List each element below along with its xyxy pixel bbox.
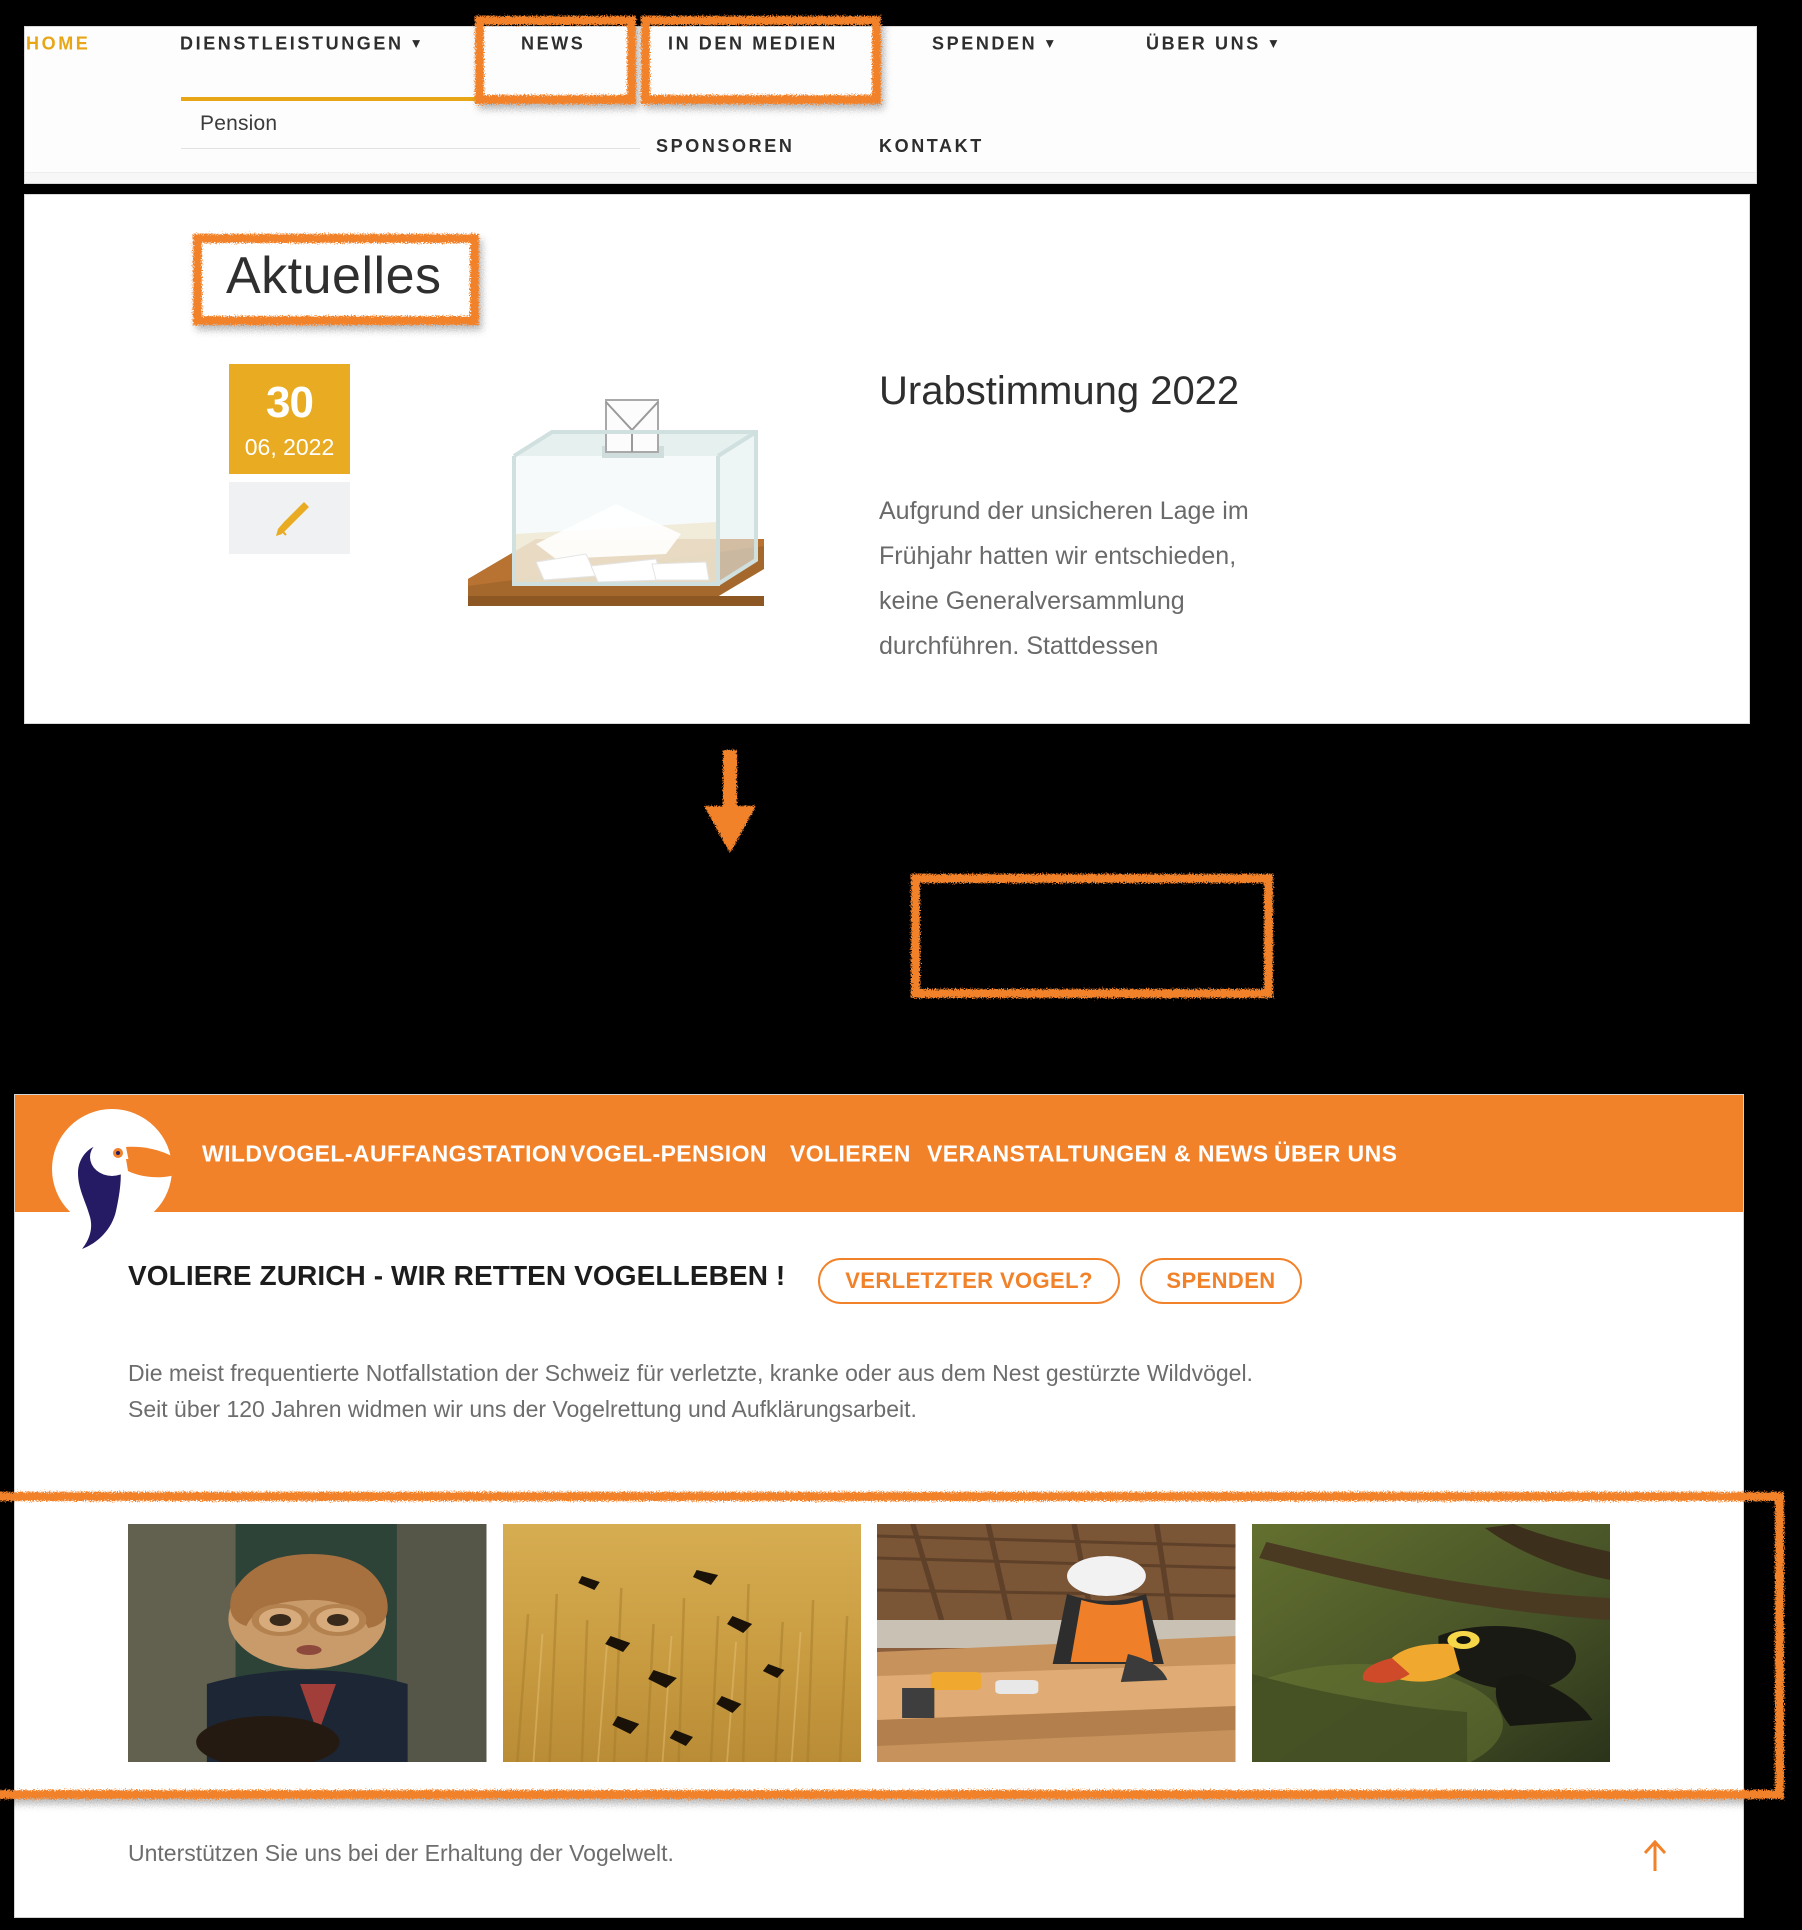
site-nav-item-volieren[interactable]: VOLIEREN <box>790 1141 911 1168</box>
nav-item-spenden-label: SPENDEN <box>932 33 1038 54</box>
donate-button[interactable]: SPENDEN <box>1140 1258 1302 1304</box>
toucan-logo[interactable] <box>38 1107 186 1255</box>
injured-bird-button[interactable]: VERLETZTER VOGEL? <box>818 1258 1120 1304</box>
site-nav-item-ueber-uns[interactable]: ÜBER UNS <box>1274 1141 1397 1168</box>
chevron-down-icon: ▾ <box>1046 34 1056 51</box>
site-nav-item-vogel-pension[interactable]: VOGEL-PENSION <box>570 1141 767 1168</box>
site-lede-line-1: Die meist frequentierte Notfallstation d… <box>128 1360 1253 1386</box>
site-nav-item-wildvogel-auffangstation[interactable]: WILDVOGEL-AUFFANGSTATION <box>202 1141 567 1168</box>
nav-item-in-den-medien-label: IN DEN MEDIEN <box>668 33 838 54</box>
nav-item-ueber-uns-label: ÜBER UNS <box>1146 33 1261 54</box>
post-date-day: 30 <box>266 378 314 427</box>
nav-bottom-band <box>25 172 1756 183</box>
nav-item-ueber-uns[interactable]: ÜBER UNS ▾ <box>1146 34 1279 55</box>
post-excerpt: Aufgrund der unsicheren Lage im Frühjahr… <box>879 497 1249 660</box>
pen-nib-icon <box>275 502 309 536</box>
footer-support-text: Unterstützen Sie uns bei der Erhaltung d… <box>128 1840 674 1866</box>
scroll-to-top-arrow-icon[interactable] <box>1640 1838 1670 1872</box>
bottom-page-panel <box>14 1094 1744 1918</box>
post-thumbnail-ballot-box <box>466 384 766 636</box>
page-title: Aktuelles <box>226 247 442 305</box>
site-claim-heading: VOLIERE ZURICH - WIR RETTEN VOGELLEBEN ! <box>128 1260 786 1291</box>
gallery-image-child-binoculars[interactable] <box>128 1524 487 1762</box>
image-gallery <box>128 1524 1610 1762</box>
chevron-down-icon: ▾ <box>412 34 423 51</box>
nav-item-home[interactable]: HOME <box>26 34 90 55</box>
highlight-veranstaltungen-news <box>911 874 1273 998</box>
nav-item-dienstleistungen-label: DIENSTLEISTUNGEN <box>180 33 404 54</box>
nav-item-kontakt[interactable]: KONTAKT <box>879 136 984 157</box>
gallery-image-birds-field[interactable] <box>502 1524 861 1762</box>
nav-item-in-den-medien[interactable]: IN DEN MEDIEN <box>668 34 838 55</box>
active-nav-underline <box>181 97 511 101</box>
chevron-down-icon: ▾ <box>1269 34 1280 51</box>
nav-item-sponsoren[interactable]: SPONSOREN <box>656 136 794 157</box>
gallery-image-toucan-branch[interactable] <box>1251 1524 1610 1762</box>
post-date-month-year: 06, 2022 <box>244 434 335 460</box>
post-category-icon-box[interactable] <box>229 482 350 554</box>
site-lede-line-2: Seit über 120 Jahren widmen wir uns der … <box>128 1395 917 1422</box>
nav-item-news-label: NEWS <box>521 33 586 54</box>
post-date-badge: 30 06, 2022 <box>229 364 350 474</box>
nav-item-dienstleistungen[interactable]: DIENSTLEISTUNGEN ▾ <box>180 34 422 55</box>
down-arrow-icon <box>700 750 760 855</box>
submenu-item-pension[interactable]: Pension <box>200 112 277 136</box>
nav-item-spenden[interactable]: SPENDEN ▾ <box>932 34 1056 55</box>
post-title[interactable]: Urabstimmung 2022 <box>879 366 1299 416</box>
nav-item-home-label: HOME <box>26 33 91 54</box>
nav-item-news[interactable]: NEWS <box>521 34 585 55</box>
gallery-image-workshop[interactable] <box>877 1524 1236 1762</box>
submenu-divider <box>181 148 640 149</box>
site-nav-item-veranstaltungen-news[interactable]: VERANSTALTUNGEN & NEWS <box>927 1141 1268 1168</box>
site-lede-text: Die meist frequentierte Notfallstation d… <box>128 1356 1608 1428</box>
